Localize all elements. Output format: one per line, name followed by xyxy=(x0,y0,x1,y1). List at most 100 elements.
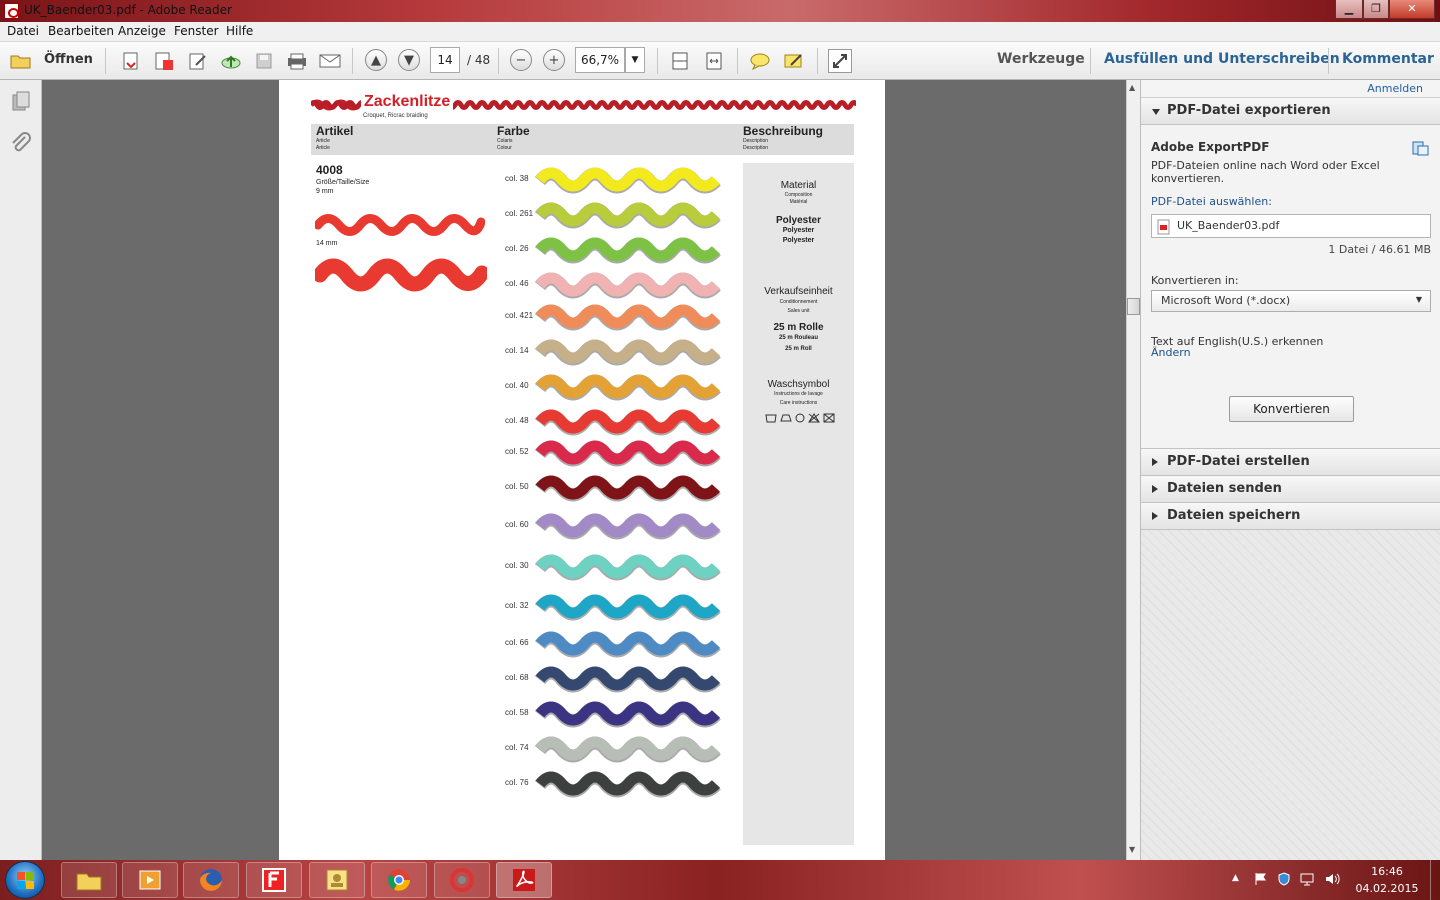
edit-pdf-icon[interactable] xyxy=(186,49,210,73)
taskbar-chrome-icon[interactable] xyxy=(371,862,427,898)
menu-hilfe[interactable]: Hilfe xyxy=(226,24,253,38)
send-files-section-header[interactable]: Dateien senden xyxy=(1141,476,1440,503)
service-title: Adobe ExportPDF xyxy=(1151,140,1270,154)
fill-sign-link[interactable]: Ausfüllen und Unterschreiben xyxy=(1104,51,1340,67)
select-file-label: PDF-Datei auswählen: xyxy=(1151,195,1272,208)
ricrac-sample xyxy=(534,167,721,194)
tray-expand-icon[interactable]: ▲ xyxy=(1232,873,1239,883)
color-label: col. 421 xyxy=(505,311,534,320)
convert-format-select[interactable]: Microsoft Word (*.docx) ▼ xyxy=(1151,290,1431,312)
adobe-reader-icon xyxy=(4,3,19,19)
unit-value3: 25 m Roll xyxy=(785,346,812,352)
tools-link[interactable]: Werkzeuge xyxy=(997,51,1085,67)
convert-button[interactable]: Konvertieren xyxy=(1229,396,1354,422)
signin-link[interactable]: Anmelden xyxy=(1367,82,1423,95)
comment-link[interactable]: Kommentar xyxy=(1342,51,1434,67)
dropdown-arrow-icon: ▼ xyxy=(1415,295,1422,304)
color-label: col. 76 xyxy=(505,778,529,787)
color-label: col. 48 xyxy=(505,416,529,425)
show-desktop-button[interactable] xyxy=(1430,860,1440,900)
scroll-down-icon[interactable]: ▼ xyxy=(1129,845,1135,854)
save-files-section-header[interactable]: Dateien speichern xyxy=(1141,503,1440,530)
color-label: col. 40 xyxy=(505,381,529,390)
taskbar-explorer-icon[interactable] xyxy=(61,862,117,898)
zoom-dropdown-icon[interactable]: ▼ xyxy=(625,47,645,73)
menu-datei[interactable]: Datei xyxy=(7,24,39,38)
close-button[interactable]: ✕ xyxy=(1389,0,1435,19)
fit-width-icon[interactable] xyxy=(702,49,726,73)
menu-bar: Datei Bearbeiten Anzeige Fenster Hilfe xyxy=(0,22,1440,42)
taskbar-contacts-icon[interactable] xyxy=(309,862,365,898)
ricrac-sample xyxy=(534,304,721,331)
clock-date[interactable]: 04.02.2015 xyxy=(1352,882,1422,895)
export-pdf-section-header[interactable]: PDF-Datei exportieren xyxy=(1141,98,1440,125)
ricrac-sample xyxy=(534,475,721,502)
tray-volume-icon[interactable] xyxy=(1325,872,1341,886)
create-pdf-section-header[interactable]: PDF-Datei erstellen xyxy=(1141,449,1440,476)
maximize-button[interactable]: ❐ xyxy=(1363,0,1389,19)
clock-time[interactable]: 16:46 xyxy=(1356,865,1418,878)
color-label: col. 58 xyxy=(505,708,529,717)
save-icon[interactable] xyxy=(252,49,276,73)
color-label: col. 50 xyxy=(505,482,529,491)
material-sub1: Composition xyxy=(784,192,813,198)
change-language-link[interactable]: Ändern xyxy=(1151,346,1191,359)
menu-fenster[interactable]: Fenster xyxy=(174,24,219,38)
open-button-label[interactable]: Öffnen xyxy=(44,52,93,67)
combine-pdf-icon[interactable] xyxy=(152,49,176,73)
taskbar-adobe-reader-icon[interactable] xyxy=(496,862,552,898)
fit-page-icon[interactable] xyxy=(668,49,692,73)
taskbar-media-player-icon[interactable] xyxy=(122,862,178,898)
material-value2: Polyester xyxy=(782,227,815,234)
taskbar-app-f-icon[interactable] xyxy=(246,862,302,898)
taskbar-app-swirl-icon[interactable] xyxy=(434,862,490,898)
header-farbe-sub2: Colour xyxy=(497,145,512,151)
scroll-up-icon[interactable]: ▲ xyxy=(1129,83,1135,92)
document-subtitle: Croquet, Ricrac braiding xyxy=(363,113,428,119)
tray-security-icon[interactable] xyxy=(1277,872,1291,886)
color-label: col. 66 xyxy=(505,638,529,647)
minimize-button[interactable]: ▁ xyxy=(1335,0,1363,19)
attachments-icon[interactable] xyxy=(10,132,32,159)
wash-sub1: Instructions de lavage xyxy=(774,391,823,397)
article-number: 4008 xyxy=(316,163,343,177)
ricrac-sample xyxy=(534,666,721,693)
next-page-icon[interactable]: ▼ xyxy=(398,49,420,71)
color-label: col. 68 xyxy=(505,673,529,682)
zoom-input[interactable]: 66,7% xyxy=(575,47,625,73)
navigation-pane xyxy=(0,80,42,860)
description-panel xyxy=(743,163,854,845)
color-label: col. 46 xyxy=(505,279,529,288)
page-number-input[interactable]: 14 xyxy=(430,47,460,73)
cloud-upload-icon[interactable] xyxy=(219,49,243,73)
vertical-scrollbar[interactable]: ▲ ▼ xyxy=(1126,80,1140,860)
start-button[interactable] xyxy=(5,861,45,899)
unit-value2: 25 m Rouleau xyxy=(778,335,818,341)
scroll-thumb[interactable] xyxy=(1127,298,1140,315)
tray-network-icon[interactable] xyxy=(1300,872,1316,886)
sample-ricrac-9mm xyxy=(315,214,485,236)
previous-page-icon[interactable]: ▲ xyxy=(365,49,387,71)
highlight-icon[interactable] xyxy=(782,49,806,73)
document-title: Zackenlitze xyxy=(361,93,454,111)
menu-anzeige[interactable]: Anzeige xyxy=(118,24,166,38)
taskbar-firefox-icon[interactable] xyxy=(183,862,239,898)
window-title-bar: UK_Baender03.pdf - Adobe Reader ▁ ❐ ✕ xyxy=(0,0,1440,22)
folder-open-icon[interactable] xyxy=(9,49,33,73)
ricrac-sample xyxy=(534,736,721,763)
zoom-in-icon[interactable]: + xyxy=(543,49,565,71)
page-total: / 48 xyxy=(467,53,491,67)
comment-icon[interactable] xyxy=(748,49,772,73)
file-select-box[interactable]: UK_Baender03.pdf xyxy=(1151,214,1431,238)
tray-flag-icon[interactable] xyxy=(1254,872,1268,886)
page-thumbnails-icon[interactable] xyxy=(10,90,32,115)
fullscreen-icon[interactable] xyxy=(828,49,852,73)
zoom-out-icon[interactable]: − xyxy=(510,49,532,71)
convert-to-label: Konvertieren in: xyxy=(1151,274,1239,287)
send-files-section-label: Dateien senden xyxy=(1167,481,1282,496)
ricrac-sample xyxy=(534,440,721,467)
menu-bearbeiten[interactable]: Bearbeiten xyxy=(48,24,114,38)
print-icon[interactable] xyxy=(285,49,309,73)
create-pdf-icon[interactable] xyxy=(119,49,143,73)
email-icon[interactable] xyxy=(318,49,342,73)
